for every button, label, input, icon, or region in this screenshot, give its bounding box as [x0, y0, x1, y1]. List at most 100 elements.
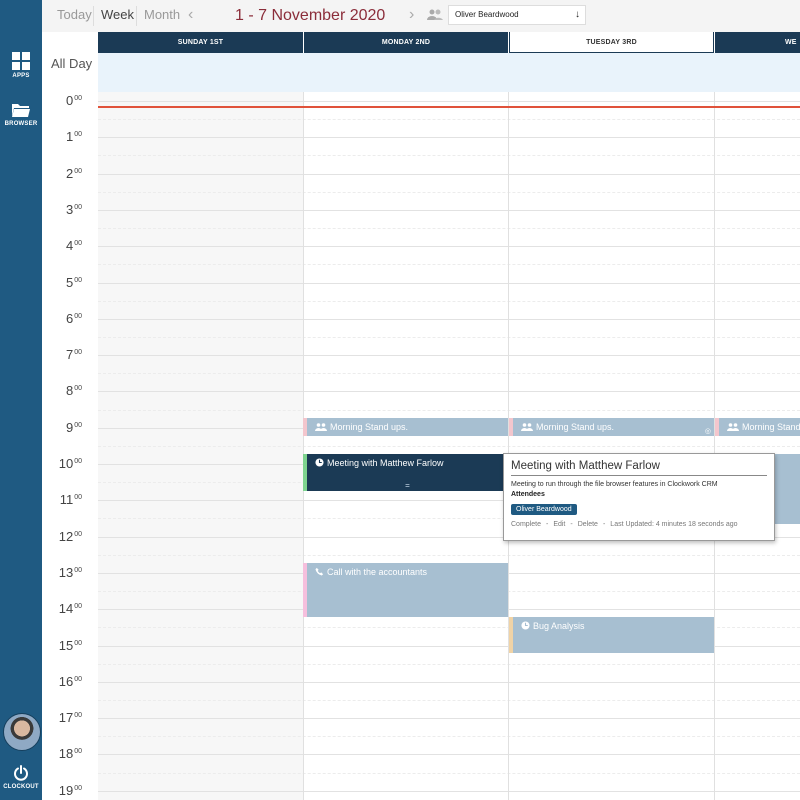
hour-minutes: 00	[74, 784, 82, 792]
column-divider	[714, 92, 715, 800]
half-hour-line	[98, 736, 800, 738]
apps-nav-item[interactable]: APPS	[0, 52, 42, 79]
browser-label: BROWSER	[4, 121, 38, 127]
phone-icon	[315, 567, 324, 576]
hour-minutes: 00	[74, 458, 82, 465]
hour-number: 11	[59, 492, 74, 508]
next-week-button[interactable]: ›	[409, 0, 414, 32]
event-standup-tuesday[interactable]: Morning Stand ups. ◎	[509, 418, 714, 436]
date-range-title: 1 - 7 November 2020	[235, 7, 386, 24]
hour-label: 1600	[42, 674, 98, 689]
hour-number: 17	[58, 710, 74, 726]
hour-number: 6	[65, 310, 74, 326]
resize-handle[interactable]: =	[307, 481, 508, 490]
current-time-line	[98, 106, 800, 108]
hour-number: 19	[58, 782, 74, 798]
hour-number: 16	[58, 673, 74, 689]
hour-label: 400	[42, 238, 98, 253]
complete-link[interactable]: Complete	[511, 521, 541, 528]
hour-label: 700	[42, 347, 98, 362]
hour-label: 1700	[42, 710, 98, 725]
event-standup-monday[interactable]: Morning Stand ups.	[303, 418, 508, 436]
hour-number: 7	[65, 347, 74, 363]
all-day-row[interactable]	[98, 53, 800, 92]
today-button[interactable]: Today	[57, 0, 92, 32]
hour-number: 4	[65, 238, 74, 254]
arrow-down-icon: ↓	[575, 9, 580, 20]
popup-actions: Complete - Edit - Delete - Last Updated: 4 min…	[511, 521, 767, 528]
prev-week-button[interactable]: ‹	[188, 0, 193, 32]
day-header-sunday[interactable]: SUNDAY 1ST	[98, 32, 303, 53]
attendees-label: Attendees	[511, 491, 545, 498]
clockout-button[interactable]: CLOCKOUT	[0, 765, 42, 790]
event-meeting-matthew[interactable]: Meeting with Matthew Farlow =	[303, 454, 508, 491]
hour-label: 600	[42, 311, 98, 326]
event-title: Meeting with Matthew Farlow	[327, 458, 444, 468]
event-title: Morning Stand ups.	[330, 422, 409, 432]
hour-number: 5	[65, 274, 74, 290]
edit-link[interactable]: Edit	[553, 521, 565, 528]
hour-number: 18	[58, 746, 74, 762]
clock-icon	[521, 621, 530, 630]
toolbar: Today Week Month ‹ 1 - 7 November 2020 ›…	[42, 0, 800, 32]
event-title: Bug Analysis	[533, 621, 585, 631]
hour-label: 1100	[42, 492, 98, 507]
browser-nav-item[interactable]: BROWSER	[0, 102, 42, 127]
hour-number: 8	[65, 383, 74, 399]
hour-label: 1000	[42, 456, 98, 471]
hour-label: 800	[42, 383, 98, 398]
power-icon	[14, 765, 28, 781]
hour-label: 1200	[42, 529, 98, 544]
event-bug-analysis[interactable]: Bug Analysis	[509, 617, 714, 653]
hour-label: 200	[42, 166, 98, 181]
event-call-accountants[interactable]: Call with the accountants	[303, 563, 508, 617]
clockout-label: CLOCKOUT	[3, 784, 39, 790]
hour-label: 1300	[42, 565, 98, 580]
hour-minutes: 00	[74, 349, 82, 357]
hour-line	[98, 681, 800, 683]
popup-description: Meeting to run through the file browser …	[511, 481, 718, 488]
hour-minutes: 00	[74, 95, 82, 102]
calendar-app: APPS BROWSER CLOCKOUT Today Week Month ‹…	[0, 0, 800, 800]
hour-line	[98, 101, 800, 102]
avatar[interactable]	[3, 713, 41, 751]
hour-label: 1900	[42, 783, 98, 798]
hour-minutes: 00	[74, 748, 82, 756]
hour-number: 12	[58, 528, 74, 544]
event-title: Call with the accountants	[327, 567, 428, 577]
attendee-badge[interactable]: Oliver Beardwood	[511, 504, 577, 515]
people-icon	[521, 423, 533, 431]
half-hour-line	[98, 191, 800, 193]
people-icon	[315, 423, 327, 431]
delete-link[interactable]: Delete	[578, 521, 598, 528]
day-header-monday[interactable]: MONDAY 2ND	[304, 32, 508, 53]
month-view-button[interactable]: Month	[144, 0, 180, 32]
user-select[interactable]: Oliver Beardwood ↓	[448, 5, 586, 25]
people-icon	[727, 423, 739, 431]
hour-label: 300	[42, 202, 98, 217]
half-hour-line	[98, 663, 800, 665]
day-headers: SUNDAY 1ST MONDAY 2ND TUESDAY 3RD WE	[98, 32, 800, 53]
hour-minutes: 00	[74, 312, 82, 320]
day-header-tuesday[interactable]: TUESDAY 3RD	[509, 32, 714, 53]
toolbar-divider	[93, 6, 94, 26]
hour-label: 500	[42, 275, 98, 290]
hour-line	[98, 718, 800, 720]
hour-label: 1400	[42, 601, 98, 616]
separator: -	[545, 521, 549, 528]
half-hour-line	[98, 264, 800, 266]
popup-title: Meeting with Matthew Farlow	[511, 460, 767, 476]
hour-gutter: 000 100 200 300 400 500 600 700 800 900 1000 1100 12…	[42, 92, 98, 800]
day-header-wednesday[interactable]: WE	[715, 32, 800, 53]
hour-minutes: 00	[74, 240, 82, 248]
hour-label: 000	[42, 93, 98, 108]
week-view-button[interactable]: Week	[101, 0, 134, 32]
event-title: Morning Stand ups.	[536, 422, 615, 432]
hour-minutes: 00	[74, 421, 82, 429]
clock-icon	[315, 458, 324, 467]
info-icon: ◎	[704, 428, 711, 435]
event-standup-wednesday[interactable]: Morning Stand u	[715, 418, 800, 436]
hour-number: 15	[58, 637, 74, 653]
apps-label: APPS	[12, 73, 30, 79]
hour-line	[98, 246, 800, 248]
